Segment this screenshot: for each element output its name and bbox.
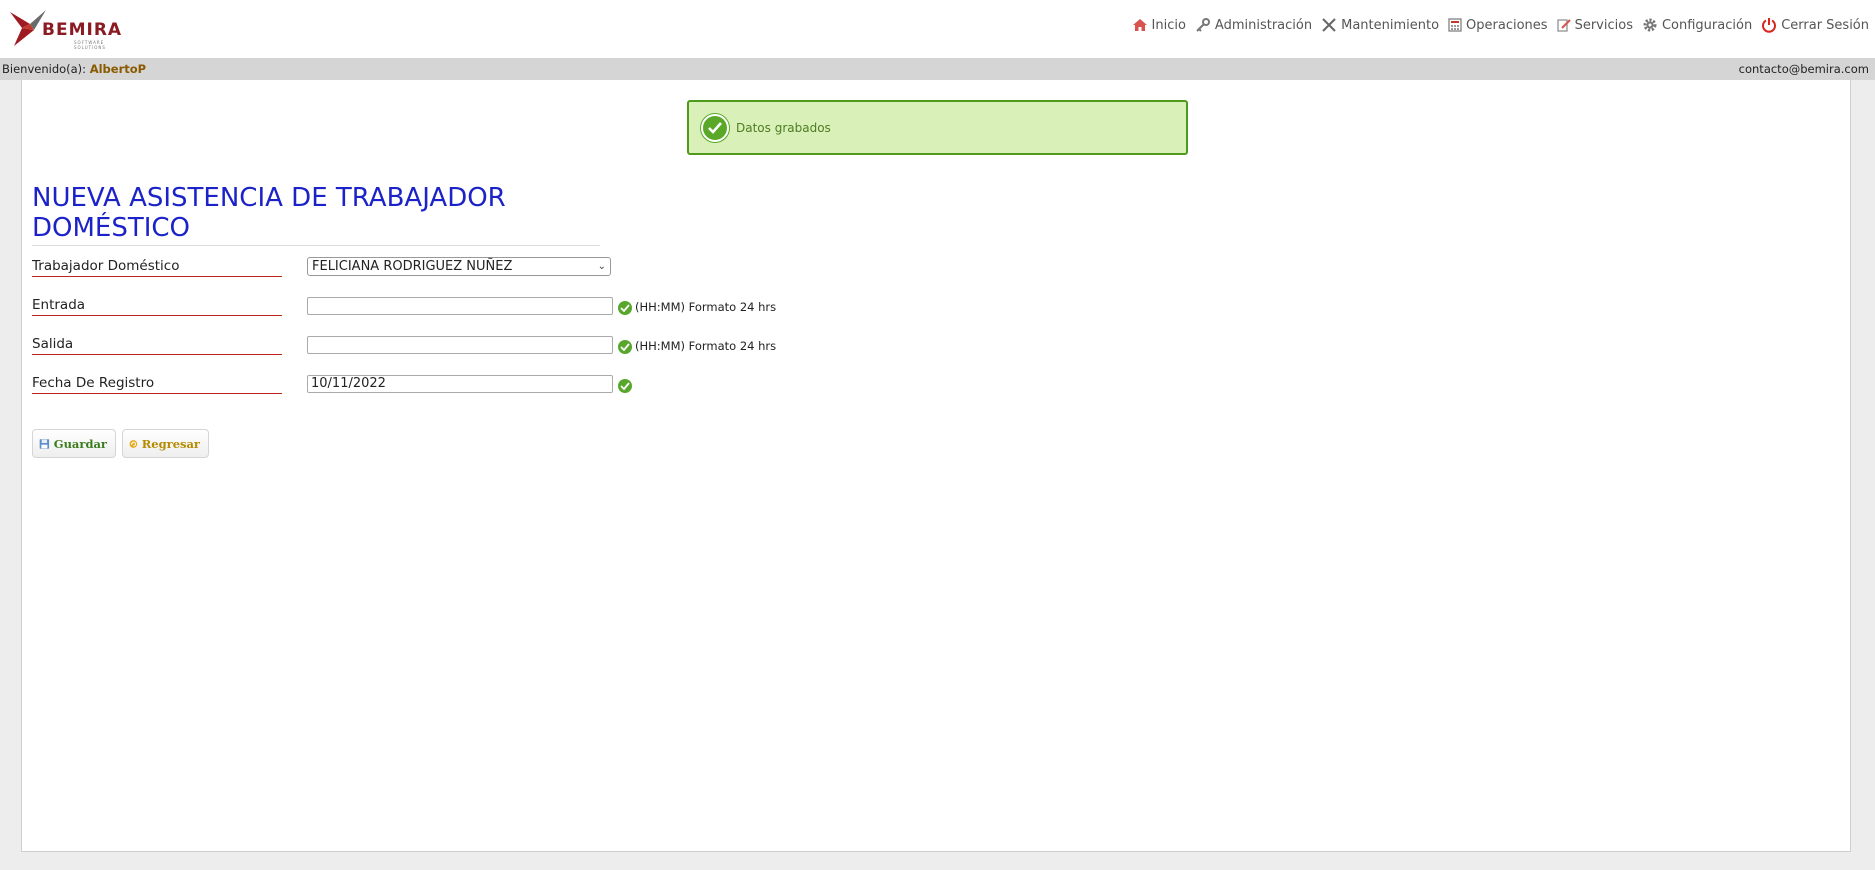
- bemira-logo[interactable]: BEMIRA SOFTWARE SOLUTIONS: [8, 6, 138, 50]
- worker-select[interactable]: FELICIANA RODRIGUEZ NUÑEZ ⌄: [307, 257, 611, 276]
- calculator-icon: [1448, 18, 1462, 32]
- check-circle-icon: [701, 113, 729, 142]
- chevron-down-icon: ⌄: [597, 261, 606, 272]
- key-icon: [1196, 18, 1210, 32]
- entrada-input[interactable]: [307, 297, 613, 315]
- welcome-text: Bienvenido(a): AlbertoP: [2, 58, 146, 80]
- floppy-disk-icon: [39, 438, 50, 449]
- contact-email[interactable]: contacto@bemira.com: [1739, 58, 1869, 80]
- form-row-fecha: Fecha De Registro 10/11/2022: [32, 374, 832, 398]
- nav-label: Inicio: [1151, 17, 1186, 33]
- nav-inicio[interactable]: Inicio: [1132, 18, 1186, 33]
- tools-icon: [1322, 18, 1336, 32]
- back-label: Regresar: [141, 436, 200, 451]
- welcome-prefix: Bienvenido(a):: [2, 62, 87, 76]
- worker-selected-value: FELICIANA RODRIGUEZ NUÑEZ: [312, 259, 513, 274]
- form-row-entrada: Entrada (HH:MM) Formato 24 hrs: [32, 296, 832, 320]
- valid-check-icon: [618, 379, 632, 393]
- logo-text: BEMIRA: [42, 20, 123, 40]
- valid-check-icon: [618, 301, 632, 315]
- back-arrow-icon: [129, 439, 138, 448]
- success-alert: Datos grabados: [687, 100, 1188, 155]
- main-nav: Inicio Administración Mantenimiento Oper…: [1123, 14, 1869, 36]
- main-panel: Datos grabados NUEVA ASISTENCIA DE TRABA…: [21, 80, 1851, 852]
- nav-label: Administración: [1214, 17, 1313, 33]
- welcome-bar: Bienvenido(a): AlbertoP contacto@bemira.…: [0, 58, 1875, 80]
- fecha-input[interactable]: 10/11/2022: [307, 375, 613, 393]
- salida-input[interactable]: [307, 336, 613, 354]
- nav-label: Configuración: [1661, 17, 1753, 33]
- top-header: BEMIRA SOFTWARE SOLUTIONS Inicio Adminis…: [0, 0, 1875, 58]
- alert-message: Datos grabados: [736, 120, 831, 135]
- entrada-label: Entrada: [32, 296, 282, 316]
- fecha-label: Fecha De Registro: [32, 374, 282, 394]
- nav-configuracion[interactable]: Configuración: [1642, 17, 1752, 33]
- gear-icon: [1643, 18, 1657, 32]
- nav-label: Cerrar Sesión: [1781, 17, 1869, 33]
- welcome-username: AlbertoP: [89, 62, 147, 76]
- worker-label: Trabajador Doméstico: [32, 257, 282, 277]
- page-title: NUEVA ASISTENCIA DE TRABAJADOR DOMÉSTICO: [32, 183, 600, 247]
- salida-hint: (HH:MM) Formato 24 hrs: [635, 339, 777, 353]
- nav-mantenimiento[interactable]: Mantenimiento: [1321, 18, 1439, 33]
- save-button[interactable]: Guardar: [32, 429, 116, 458]
- valid-check-icon: [618, 340, 632, 354]
- save-label: Guardar: [53, 436, 107, 451]
- nav-administracion[interactable]: Administración: [1195, 18, 1312, 33]
- nav-servicios[interactable]: Servicios: [1556, 17, 1633, 33]
- back-button[interactable]: Regresar: [122, 429, 209, 458]
- form-row-worker: Trabajador Doméstico FELICIANA RODRIGUEZ…: [32, 257, 672, 281]
- form-row-salida: Salida (HH:MM) Formato 24 hrs: [32, 335, 832, 359]
- home-icon: [1132, 19, 1147, 31]
- salida-label: Salida: [32, 335, 282, 355]
- power-icon: [1762, 18, 1777, 33]
- nav-operaciones[interactable]: Operaciones: [1448, 18, 1548, 33]
- nav-cerrar-sesion[interactable]: Cerrar Sesión: [1761, 17, 1869, 33]
- nav-label: Servicios: [1574, 17, 1633, 33]
- nav-label: Mantenimiento: [1341, 17, 1440, 33]
- entrada-hint: (HH:MM) Formato 24 hrs: [635, 300, 777, 314]
- logo-subtext: SOFTWARE SOLUTIONS: [74, 40, 106, 50]
- edit-document-icon: [1556, 19, 1571, 32]
- nav-label: Operaciones: [1466, 17, 1548, 33]
